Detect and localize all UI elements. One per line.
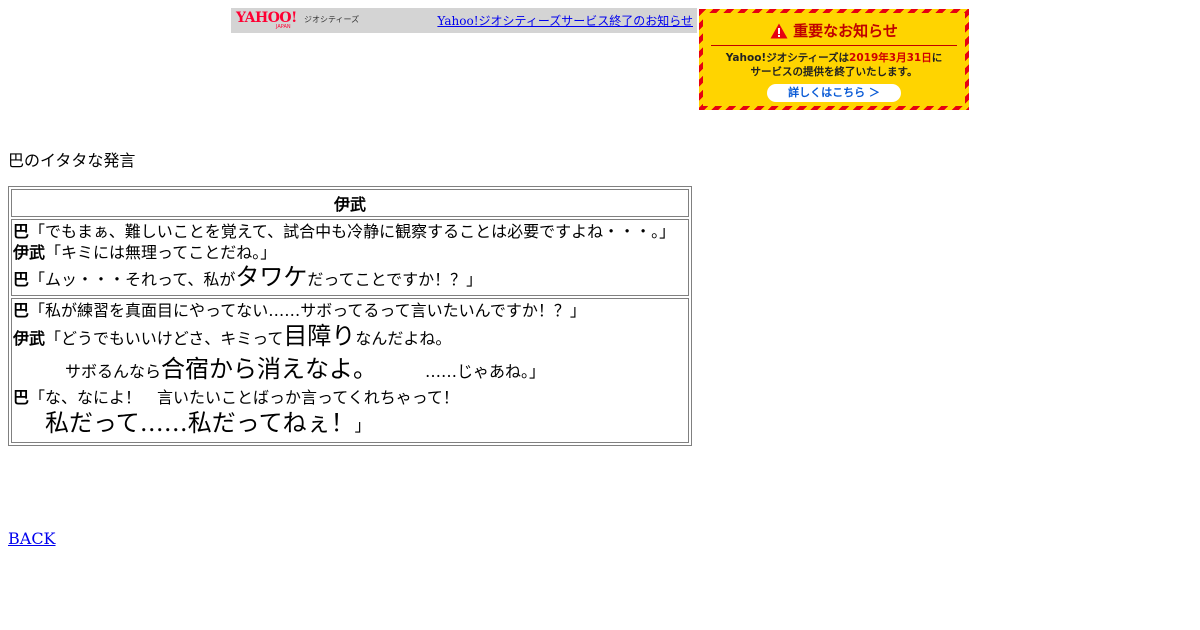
speaker-name: 巴 (13, 301, 30, 320)
dialogue-line: 伊武「キミには無理ってことだね。」 (13, 242, 687, 263)
back-link[interactable]: BACK (8, 529, 56, 548)
dialogue-cell-1: 巴「でもまぁ、難しいことを覚えて、試合中も冷静に観察することは必要ですよね・・・… (11, 219, 689, 296)
banner-end-date: 2019年3月31日 (849, 52, 932, 64)
dialogue-text: 「私が練習を真面目にやってない……サボってるって言いたいんですか！？」 (29, 301, 586, 320)
dialogue-line: サボるんなら合宿から消えなよ。 ……じゃあね。」 (13, 354, 687, 387)
dialogue-text: ……じゃあね。」 (425, 362, 546, 381)
dialogue-text: 」 (354, 416, 371, 435)
emphasized-text: 合宿から消えなよ。 (161, 355, 378, 383)
emphasized-text: 目障り (283, 322, 356, 350)
dialogue-table: 伊武 巴「でもまぁ、難しいことを覚えて、試合中も冷静に観察することは必要ですよね… (8, 186, 692, 446)
page-title: 巴のイタタな発言 (8, 151, 136, 170)
dialogue-line: 伊武「どうでもいいけどさ、キミって目障りなんだよね。 (13, 321, 687, 354)
dialogue-cell-2: 巴「私が練習を真面目にやってない……サボってるって言いたいんですか！？」 伊武「… (11, 298, 689, 443)
dialogue-line: 巴「ムッ・・・それって、私がタワケだってことですか！？」 (13, 263, 687, 294)
service-end-notice-link[interactable]: Yahoo!ジオシティーズサービス終了のお知らせ (437, 12, 693, 29)
banner-line-2: サービスの提供を終了いたします。 (750, 66, 918, 78)
emphasized-text: 私だって……私だってねぇ！ (45, 409, 355, 437)
service-end-banner[interactable]: 重要なお知らせ Yahoo!ジオシティーズは2019年3月31日に サービスの提… (699, 9, 969, 110)
geocities-header-bar: YAHOO! JAPAN ジオシティーズ Yahoo!ジオシティーズサービス終了… (231, 8, 697, 33)
dialogue-text: 「でもまぁ、難しいことを覚えて、試合中も冷静に観察することは必要ですよね・・・。… (29, 222, 676, 241)
speaker-name: 巴 (13, 388, 30, 407)
dialogue-line: 巴「でもまぁ、難しいことを覚えて、試合中も冷静に観察することは必要ですよね・・・… (13, 221, 687, 242)
dialogue-line: 巴「私が練習を真面目にやってない……サボってるって言いたいんですか！？」 (13, 300, 687, 321)
dialogue-line: 巴「な、なによ！ 言いたいことばっか言ってくれちゃって！ (13, 387, 687, 408)
dialogue-line: 私だって……私だってねぇ！」 (13, 408, 687, 441)
banner-title: 重要なお知らせ (793, 22, 898, 40)
table-header-row: 伊武 (11, 189, 689, 217)
banner-line-1: Yahoo!ジオシティーズは2019年3月31日に (703, 51, 965, 65)
speaker-name: 巴 (13, 222, 30, 241)
banner-line-1-pre: Yahoo!ジオシティーズは (725, 52, 850, 64)
table-row: 巴「でもまぁ、難しいことを覚えて、試合中も冷静に観察することは必要ですよね・・・… (11, 219, 689, 296)
dialogue-text: サボるんなら (65, 362, 162, 381)
banner-divider (711, 45, 957, 46)
details-button[interactable]: 詳しくはこちら ＞ (767, 84, 901, 102)
table-header: 伊武 (11, 189, 689, 217)
warning-icon (770, 23, 788, 38)
logo-service-name: ジオシティーズ (304, 15, 360, 24)
logo-subtext: JAPAN (276, 24, 291, 30)
speaker-name: 伊武 (13, 329, 46, 348)
speaker-name: 巴 (13, 270, 30, 289)
dialogue-text: 「キミには無理ってことだね。」 (45, 243, 277, 262)
dialogue-text: 「な、なによ！ 言いたいことばっか言ってくれちゃって！ (29, 388, 459, 407)
dialogue-text: だってことですか！？」 (307, 270, 483, 289)
banner-content: 重要なお知らせ Yahoo!ジオシティーズは2019年3月31日に サービスの提… (703, 13, 965, 106)
dialogue-text: なんだよね。 (355, 329, 452, 348)
banner-line-1-post: に (931, 52, 943, 64)
dialogue-text: 「どうでもいいけどさ、キミって (45, 329, 284, 348)
emphasized-text: タワケ (235, 263, 308, 291)
dialogue-text: 「ムッ・・・それって、私が (29, 270, 236, 289)
table-row: 巴「私が練習を真面目にやってない……サボってるって言いたいんですか！？」 伊武「… (11, 298, 689, 443)
banner-title-row: 重要なお知らせ (703, 20, 965, 41)
speaker-name: 伊武 (13, 243, 46, 262)
